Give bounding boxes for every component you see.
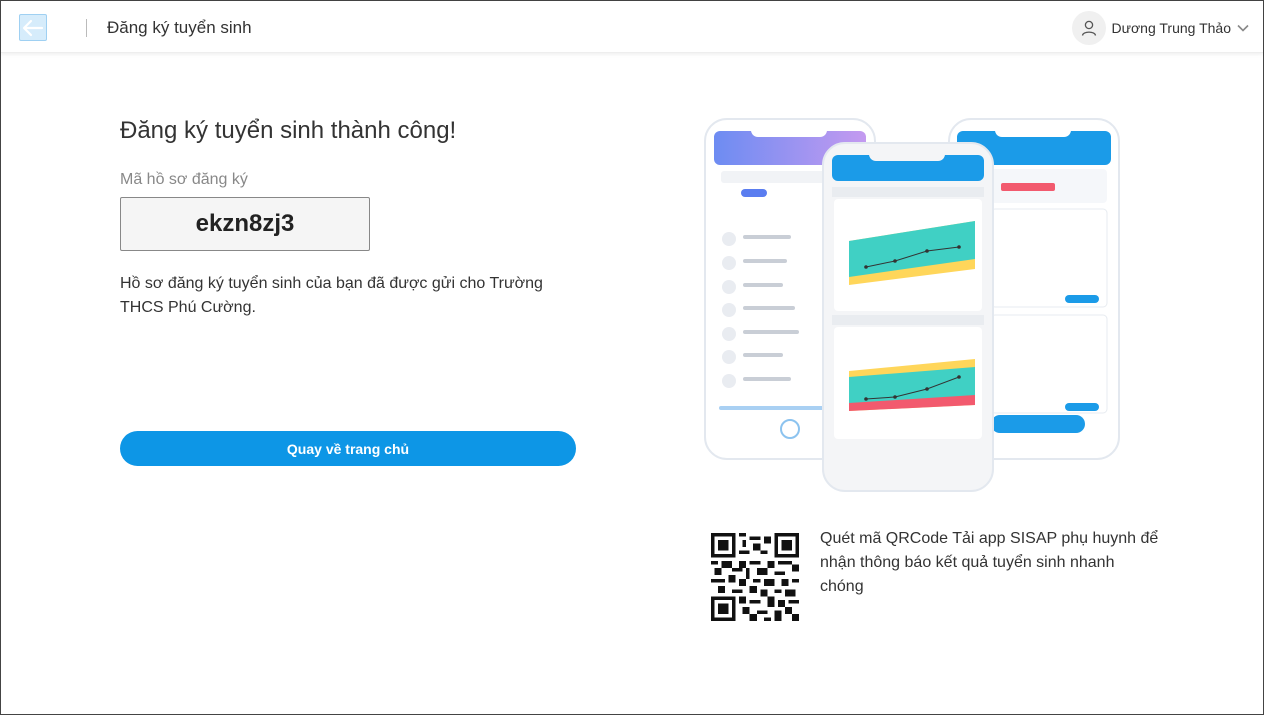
- success-description: Hồ sơ đăng ký tuyển sinh của bạn đã được…: [120, 275, 543, 316]
- qr-instructions: Quét mã QRCode Tải app SISAP phụ huynh đ…: [820, 530, 1159, 595]
- header-divider: [86, 19, 87, 37]
- success-title: Đăng ký tuyển sinh thành công!: [120, 117, 457, 144]
- user-icon: [1081, 20, 1096, 36]
- user-name: Dương Trung Thảo: [1111, 19, 1231, 36]
- home-button[interactable]: Quay về trang chủ: [120, 431, 576, 466]
- code-label: Mã hồ sơ đăng ký: [120, 171, 248, 188]
- qr-code-image: [711, 533, 799, 621]
- user-menu[interactable]: Dương Trung Thảo: [1071, 10, 1249, 45]
- registration-code: ekzn8zj3: [120, 197, 370, 251]
- page-title: Đăng ký tuyển sinh: [107, 18, 252, 37]
- arrow-left-icon: [22, 19, 44, 36]
- avatar: [1071, 10, 1106, 45]
- back-button[interactable]: [19, 14, 47, 41]
- top-header: Đăng ký tuyển sinh Dương Trung Thảo: [1, 1, 1263, 53]
- app-mockup-image: [704, 118, 1120, 492]
- chevron-down-icon: [1237, 24, 1249, 32]
